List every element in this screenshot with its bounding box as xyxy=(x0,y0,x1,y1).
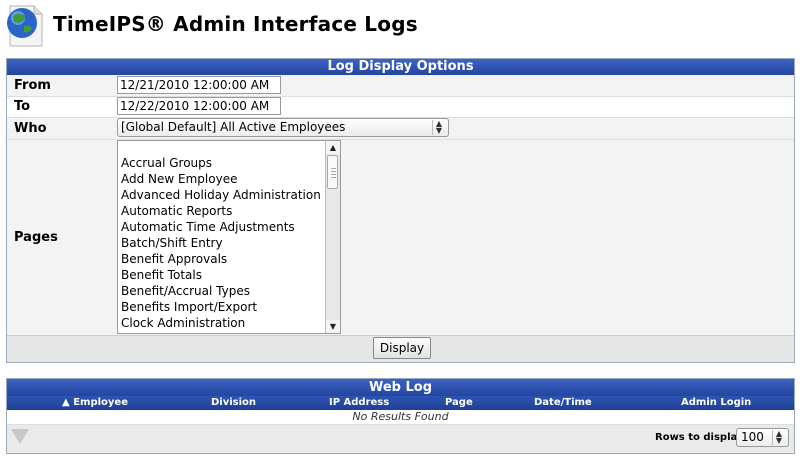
pages-label: Pages xyxy=(14,230,58,245)
scroll-down-icon[interactable]: ▼ xyxy=(326,320,340,333)
triangle-down-icon xyxy=(11,429,29,444)
pages-row: Pages Accrual Groups Add New Employee Adva… xyxy=(7,140,794,336)
select-arrows-icon: ▲ ▼ xyxy=(432,120,445,135)
pages-list-item[interactable]: Clock Administration xyxy=(121,315,321,331)
pages-list-item[interactable]: Add New Employee xyxy=(121,171,321,187)
scroll-up-icon[interactable]: ▲ xyxy=(326,141,340,154)
web-log-column-headers: ▲ Employee Division IP Address Page Date… xyxy=(7,396,794,410)
page-header: TimeIPS® Admin Interface Logs xyxy=(0,0,800,54)
globe-document-icon xyxy=(7,5,43,47)
pages-list-item[interactable]: Benefit Totals xyxy=(121,267,321,283)
web-log-panel: Web Log ▲ Employee Division IP Address P… xyxy=(6,378,795,454)
to-label: To xyxy=(14,99,31,114)
pages-listbox[interactable]: Accrual Groups Add New Employee Advanced H… xyxy=(117,140,341,334)
rows-to-display-label: Rows to display: xyxy=(655,432,748,443)
from-date-input[interactable]: 12/21/2010 12:00:00 AM xyxy=(117,76,281,94)
sort-ascending-icon: ▲ xyxy=(62,397,70,408)
web-log-footer: Rows to display: 100 ▲ ▼ xyxy=(7,424,794,452)
col-admin-login[interactable]: Admin Login xyxy=(681,396,751,410)
col-page[interactable]: Page xyxy=(445,396,473,410)
pages-list-item[interactable]: Benefit Approvals xyxy=(121,251,321,267)
log-display-options-panel: Log Display Options From 12/21/2010 12:0… xyxy=(6,58,795,363)
col-ip-address[interactable]: IP Address xyxy=(329,396,389,410)
options-header: Log Display Options xyxy=(7,59,794,75)
pages-scrollbar[interactable]: ▲ ▼ xyxy=(325,141,340,333)
pages-list-item[interactable]: Benefit/Accrual Types xyxy=(121,283,321,299)
scroll-thumb[interactable] xyxy=(327,155,338,189)
rows-to-display-select[interactable]: 100 ▲ ▼ xyxy=(736,428,789,447)
display-row: Display xyxy=(7,336,794,362)
who-label: Who xyxy=(14,121,47,136)
to-date-input[interactable]: 12/22/2010 12:00:00 AM xyxy=(117,97,281,115)
who-row: Who [Global Default] All Active Employee… xyxy=(7,118,794,140)
col-division[interactable]: Division xyxy=(211,396,256,410)
who-select[interactable]: [Global Default] All Active Employees ▲ ▼ xyxy=(117,118,449,137)
pages-list-item[interactable]: Accrual Groups xyxy=(121,155,321,171)
web-log-header: Web Log xyxy=(7,379,794,396)
pages-list-item[interactable]: Automatic Time Adjustments xyxy=(121,219,321,235)
pages-list-item[interactable]: Batch/Shift Entry xyxy=(121,235,321,251)
pages-list-item[interactable]: Advanced Holiday Administration xyxy=(121,187,321,203)
select-arrows-icon: ▲ ▼ xyxy=(772,430,785,445)
from-label: From xyxy=(14,78,51,93)
from-row: From 12/21/2010 12:00:00 AM xyxy=(7,76,794,97)
pages-list-item[interactable]: Automatic Reports xyxy=(121,203,321,219)
col-employee[interactable]: ▲ Employee xyxy=(62,396,128,410)
col-date-time[interactable]: Date/Time xyxy=(534,396,592,410)
pages-list-item[interactable]: Benefits Import/Export xyxy=(121,299,321,315)
pages-list: Accrual Groups Add New Employee Advanced H… xyxy=(121,155,321,331)
rows-select-value: 100 xyxy=(741,430,764,444)
who-select-value: [Global Default] All Active Employees xyxy=(121,120,346,134)
page-title: TimeIPS® Admin Interface Logs xyxy=(53,12,418,36)
to-row: To 12/22/2010 12:00:00 AM xyxy=(7,97,794,118)
no-results-message: No Results Found xyxy=(7,410,794,424)
display-button[interactable]: Display xyxy=(373,337,431,359)
